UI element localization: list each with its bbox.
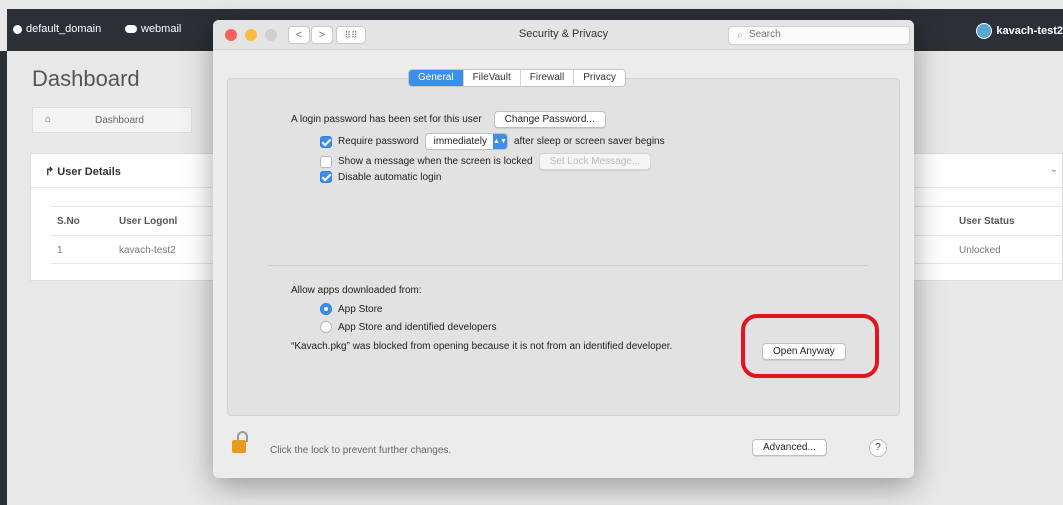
advanced-button[interactable]: Advanced... <box>752 439 827 456</box>
show-message-row: Show a message when the screen is locked… <box>320 153 652 170</box>
tab-firewall[interactable]: Firewall <box>521 70 575 86</box>
radio-row-app-store: App Store <box>320 303 382 315</box>
require-password-value: immediately <box>433 136 487 147</box>
security-privacy-window: < > ⠿⠿ Security & Privacy ⌕ General File… <box>213 20 914 478</box>
user-name: kavach-test2 <box>996 25 1063 37</box>
search-input[interactable] <box>749 29 899 40</box>
tab-filevault[interactable]: FileVault <box>464 70 521 86</box>
panel-title: ↱ User Details <box>45 166 121 178</box>
lock-hint-text: Click the lock to prevent further change… <box>270 445 452 456</box>
search-field[interactable]: ⌕ <box>728 26 910 45</box>
left-edge-bar <box>0 51 7 505</box>
require-password-suffix: after sleep or screen saver begins <box>513 136 665 147</box>
cell-status: Unlocked <box>959 245 1001 256</box>
show-message-label: Show a message when the screen is locked <box>338 156 533 167</box>
avatar <box>976 23 993 39</box>
app-store-radio-label: App Store <box>338 303 383 315</box>
change-password-button[interactable]: Change Password... <box>493 111 606 128</box>
require-password-popup[interactable]: immediately ▲▼ <box>424 133 508 150</box>
page-title: Dashboard <box>32 66 140 91</box>
login-password-row: A login password has been set for this u… <box>291 111 606 128</box>
disable-auto-login-label: Disable automatic login <box>338 171 442 183</box>
identified-developers-radio[interactable] <box>320 321 332 333</box>
breadcrumb-dashboard[interactable]: Dashboard <box>95 115 144 126</box>
tab-general[interactable]: General <box>409 70 464 86</box>
blocked-message: “Kavach.pkg” was blocked from opening be… <box>291 341 673 352</box>
webmail-link[interactable]: webmail <box>125 23 181 35</box>
cell-sno: 1 <box>57 245 63 256</box>
disable-auto-login-row: Disable automatic login <box>320 171 441 183</box>
chevron-updown-icon: ▲▼ <box>492 134 507 149</box>
chevron-down-icon[interactable]: ⌄ <box>1050 164 1058 175</box>
user-menu[interactable]: kavach-test2 <box>976 23 1063 39</box>
require-password-label: Require password <box>338 136 419 147</box>
home-icon[interactable]: ⌂ <box>45 114 51 125</box>
require-password-checkbox[interactable] <box>320 135 332 148</box>
column-header-logon: User Logonl <box>119 216 178 227</box>
cloud-icon <box>125 25 137 33</box>
window-titlebar: < > ⠿⠿ Security & Privacy ⌕ <box>213 20 914 50</box>
disable-auto-login-checkbox[interactable] <box>320 171 332 183</box>
allow-apps-label: Allow apps downloaded from: <box>291 285 422 296</box>
column-header-status: User Status <box>959 216 1015 227</box>
app-store-radio[interactable] <box>320 303 332 315</box>
tab-bar: General FileVault Firewall Privacy <box>408 69 626 87</box>
login-password-text: A login password has been set for this u… <box>291 114 482 125</box>
domain-menu[interactable]: default_domain <box>13 23 101 35</box>
search-icon: ⌕ <box>737 30 743 41</box>
section-divider <box>268 265 868 266</box>
identified-developers-radio-label: App Store and identified developers <box>338 321 497 333</box>
breadcrumb: ⌂ Dashboard <box>32 107 192 133</box>
set-lock-message-button[interactable]: Set Lock Message... <box>538 153 652 170</box>
tab-privacy[interactable]: Privacy <box>574 70 625 86</box>
domain-label: default_domain <box>26 23 102 35</box>
webmail-label: webmail <box>141 23 182 35</box>
lock-icon[interactable] <box>232 431 250 453</box>
require-password-row: Require password immediately ▲▼ after sl… <box>320 133 665 150</box>
show-message-checkbox[interactable] <box>320 155 332 168</box>
globe-icon <box>13 24 22 34</box>
radio-row-identified: App Store and identified developers <box>320 321 496 333</box>
cell-logon: kavach-test2 <box>119 245 176 256</box>
annotation-highlight-circle <box>741 314 879 378</box>
column-header-sno: S.No <box>57 216 80 227</box>
window-footer: Click the lock to prevent further change… <box>213 420 914 478</box>
help-button[interactable]: ? <box>869 439 887 457</box>
